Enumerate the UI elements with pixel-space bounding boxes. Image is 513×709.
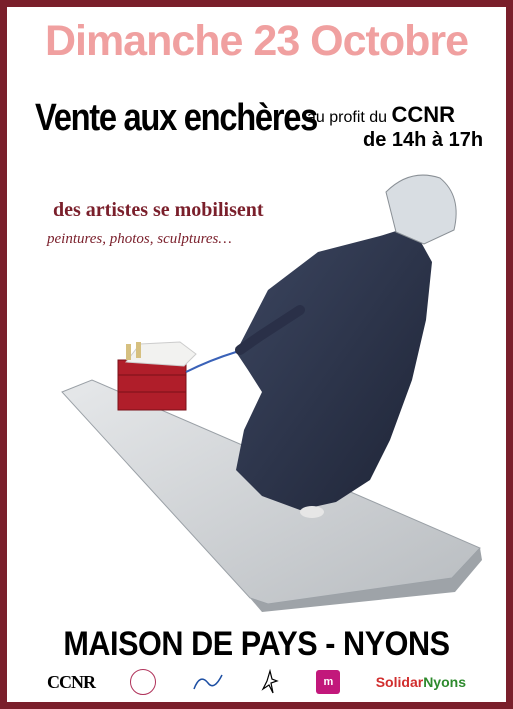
figure bbox=[236, 226, 432, 510]
sculpture-image bbox=[61, 174, 482, 612]
venue: MAISON DE PAYS - NYONS bbox=[63, 625, 450, 663]
solidar-logo-part1: Solidar bbox=[375, 674, 424, 690]
ccnr-logo: CCNR bbox=[47, 671, 96, 692]
solidar-logo-part2: Nyons bbox=[423, 674, 466, 690]
solidar-nyons-logo: Solidar Nyons bbox=[376, 668, 466, 696]
sponsor-logos: CCNR m Solidar Nyons bbox=[47, 667, 466, 697]
radio-logo: m bbox=[316, 668, 341, 696]
radio-logo-letter: m bbox=[316, 670, 341, 694]
partner-circle-logo bbox=[130, 668, 157, 696]
poster: Dimanche 23 Octobre Vente aux enchères a… bbox=[0, 0, 513, 709]
nyons-logo bbox=[192, 668, 224, 696]
crate bbox=[117, 359, 187, 411]
figure-logo bbox=[259, 668, 281, 696]
